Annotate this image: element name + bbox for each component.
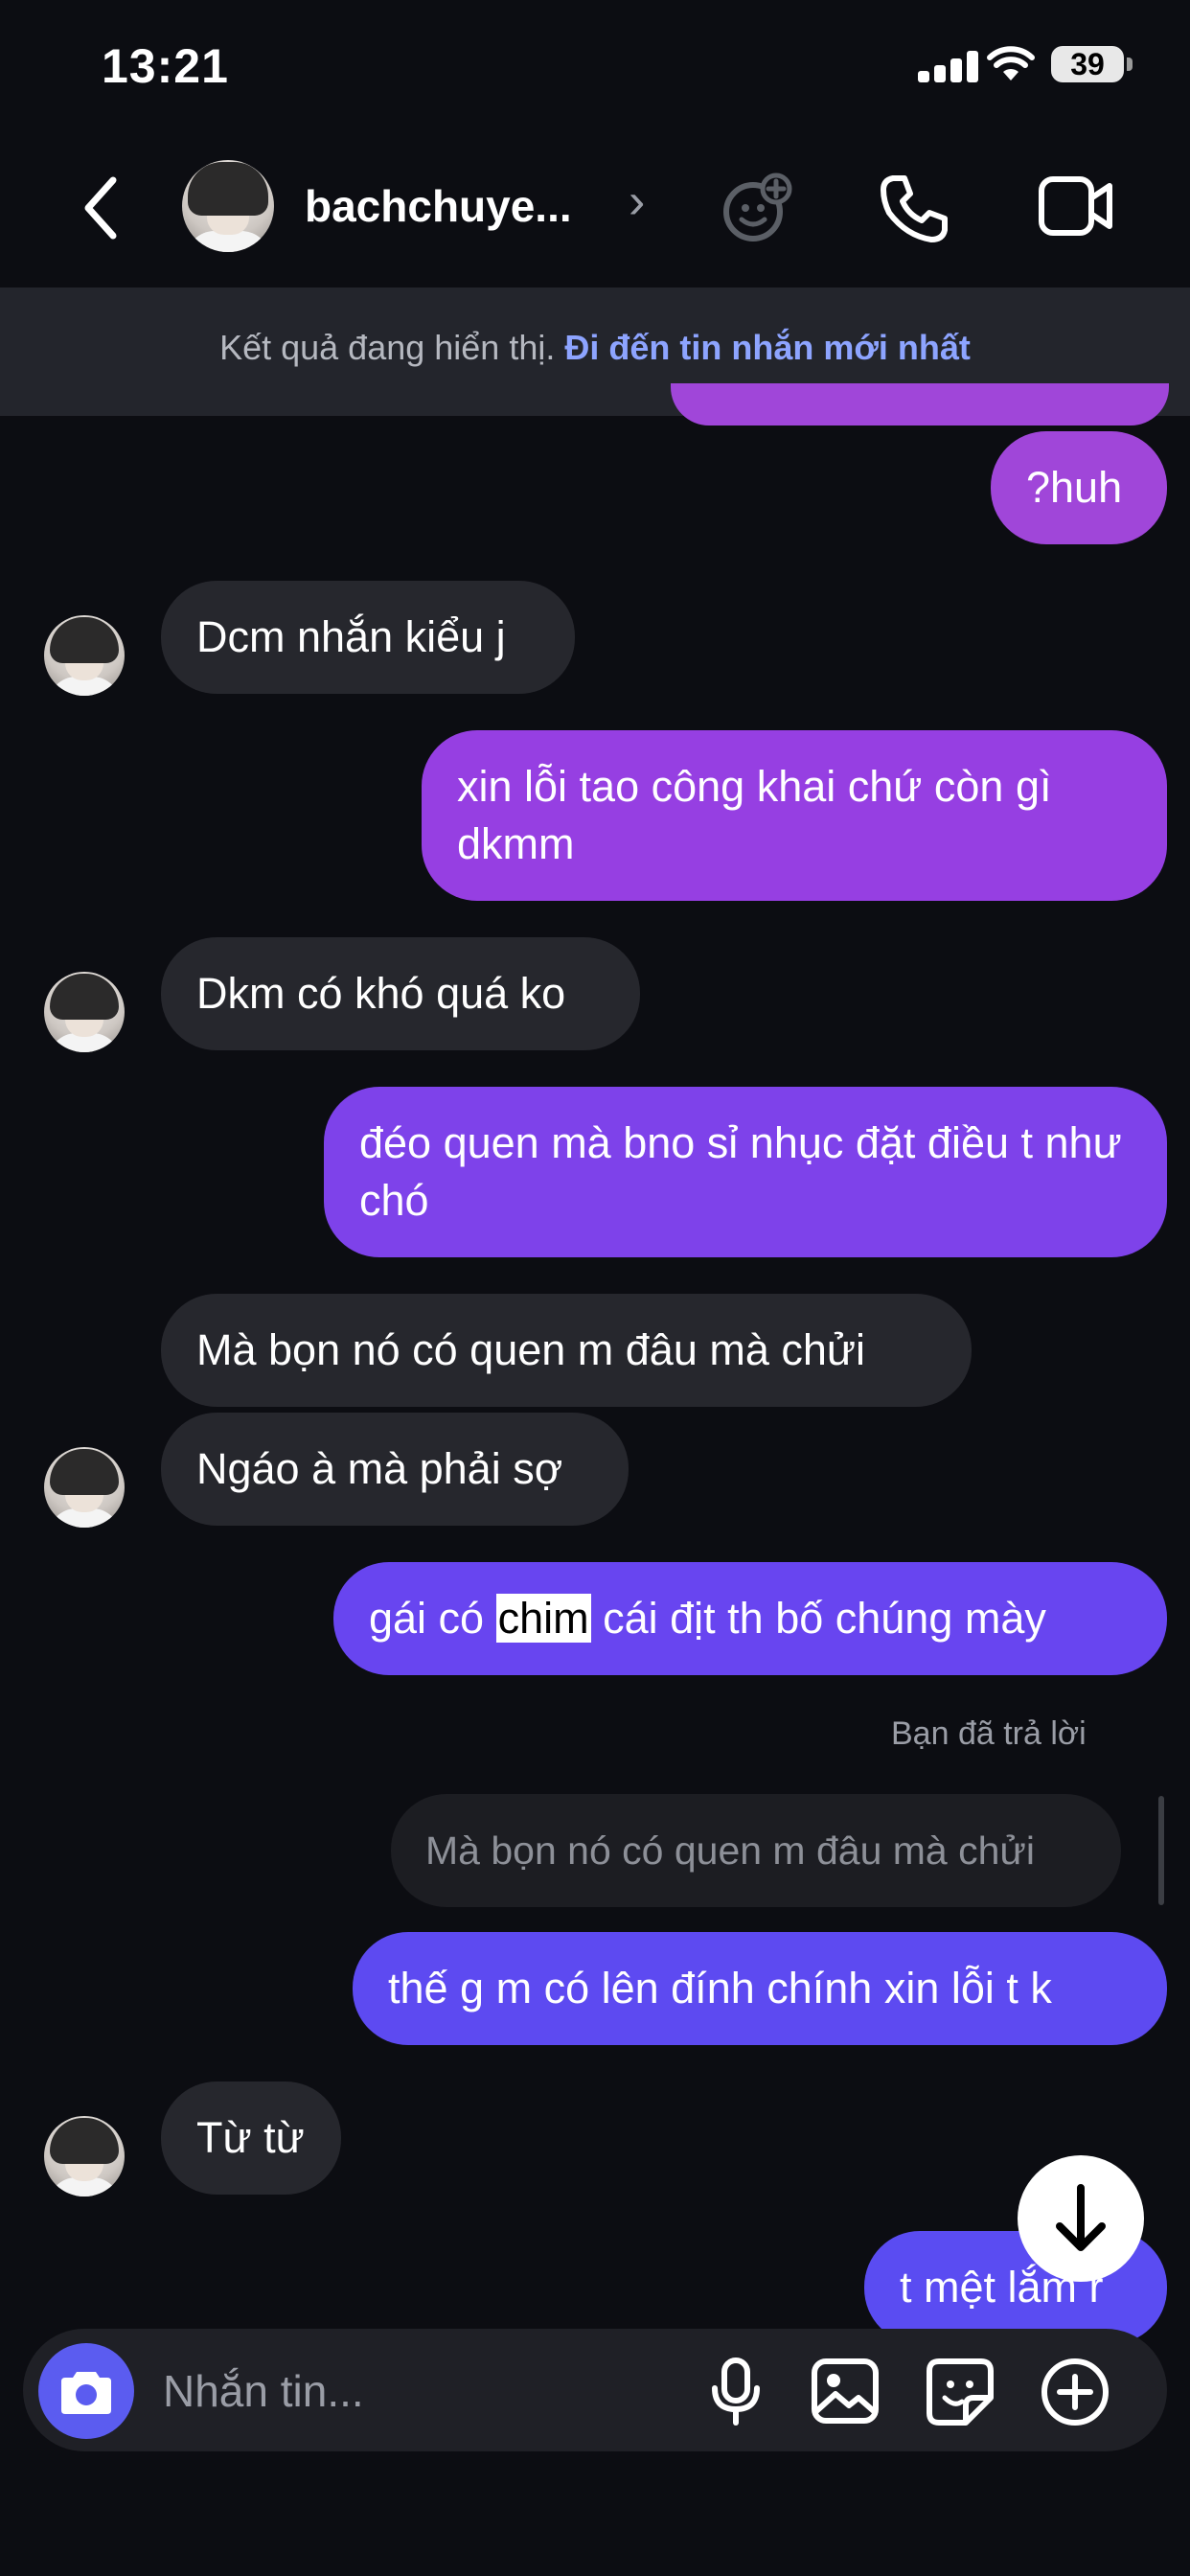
message-bubble-outgoing[interactable]: đéo quen mà bno sỉ nhục đặt điều t như c…: [324, 1087, 1167, 1257]
phone-icon[interactable]: [880, 172, 950, 243]
chat-username[interactable]: bachchuye...: [305, 180, 621, 232]
reply-quoted-message[interactable]: Mà bọn nó có quen m đâu mà chửi: [391, 1794, 1121, 1907]
partial-message-bubble: [671, 383, 1169, 426]
message-bubble-outgoing[interactable]: thế g m có lên đính chính xin lỗi t k: [353, 1932, 1167, 2045]
video-camera-icon[interactable]: [1039, 176, 1113, 236]
header-avatar[interactable]: [182, 160, 274, 252]
back-arrow-icon[interactable]: [82, 176, 121, 240]
message-bubble-incoming[interactable]: Mà bọn nó có quen m đâu mà chửi: [161, 1294, 972, 1407]
search-highlight: chim: [495, 1594, 591, 1643]
effects-icon[interactable]: [721, 168, 797, 244]
sticker-icon[interactable]: [926, 2358, 995, 2426]
gallery-icon[interactable]: [811, 2358, 880, 2425]
contact-avatar: [44, 1447, 125, 1528]
message-bubble-outgoing[interactable]: gái có chim cái địt th bố chúng mày: [333, 1562, 1167, 1675]
message-bubble-incoming[interactable]: Dcm nhắn kiểu j: [161, 581, 575, 694]
contact-avatar: [44, 2116, 125, 2196]
battery-cap: [1127, 58, 1133, 71]
battery-indicator: 39: [1051, 46, 1124, 82]
scroll-indicator: [1158, 1796, 1164, 1905]
reply-label: Bạn đã trả lời: [891, 1715, 1087, 1752]
plus-circle-icon[interactable]: [1041, 2358, 1110, 2426]
camera-button[interactable]: [38, 2343, 134, 2439]
message-bubble-incoming[interactable]: Ngáo à mà phải sợ: [161, 1413, 629, 1526]
arrow-down-icon: [1056, 2184, 1106, 2251]
scroll-to-bottom-button[interactable]: [1018, 2155, 1144, 2282]
go-to-latest-link[interactable]: Đi đến tin nhắn mới nhất: [564, 328, 971, 367]
message-bubble-outgoing[interactable]: xin lỗi tao công khai chứ còn gì dkmm: [422, 730, 1167, 901]
contact-avatar: [44, 615, 125, 696]
signal-icon: [918, 50, 979, 82]
contact-avatar: [44, 972, 125, 1052]
chevron-right-icon[interactable]: ›: [629, 172, 645, 230]
wifi-icon: [987, 46, 1035, 80]
message-bubble-incoming[interactable]: Từ từ: [161, 2082, 341, 2195]
message-text: gái có: [369, 1594, 496, 1643]
banner-text: Kết quả đang hiển thị.: [219, 328, 565, 367]
status-time: 13:21: [102, 39, 229, 93]
message-text: cái địt th bố chúng mày: [590, 1594, 1046, 1643]
microphone-icon[interactable]: [709, 2358, 763, 2426]
message-input[interactable]: [161, 2358, 663, 2425]
camera-icon: [61, 2372, 111, 2414]
message-bubble-incoming[interactable]: Dkm có khó quá ko: [161, 937, 640, 1050]
message-bubble-outgoing[interactable]: ?huh: [991, 431, 1167, 544]
